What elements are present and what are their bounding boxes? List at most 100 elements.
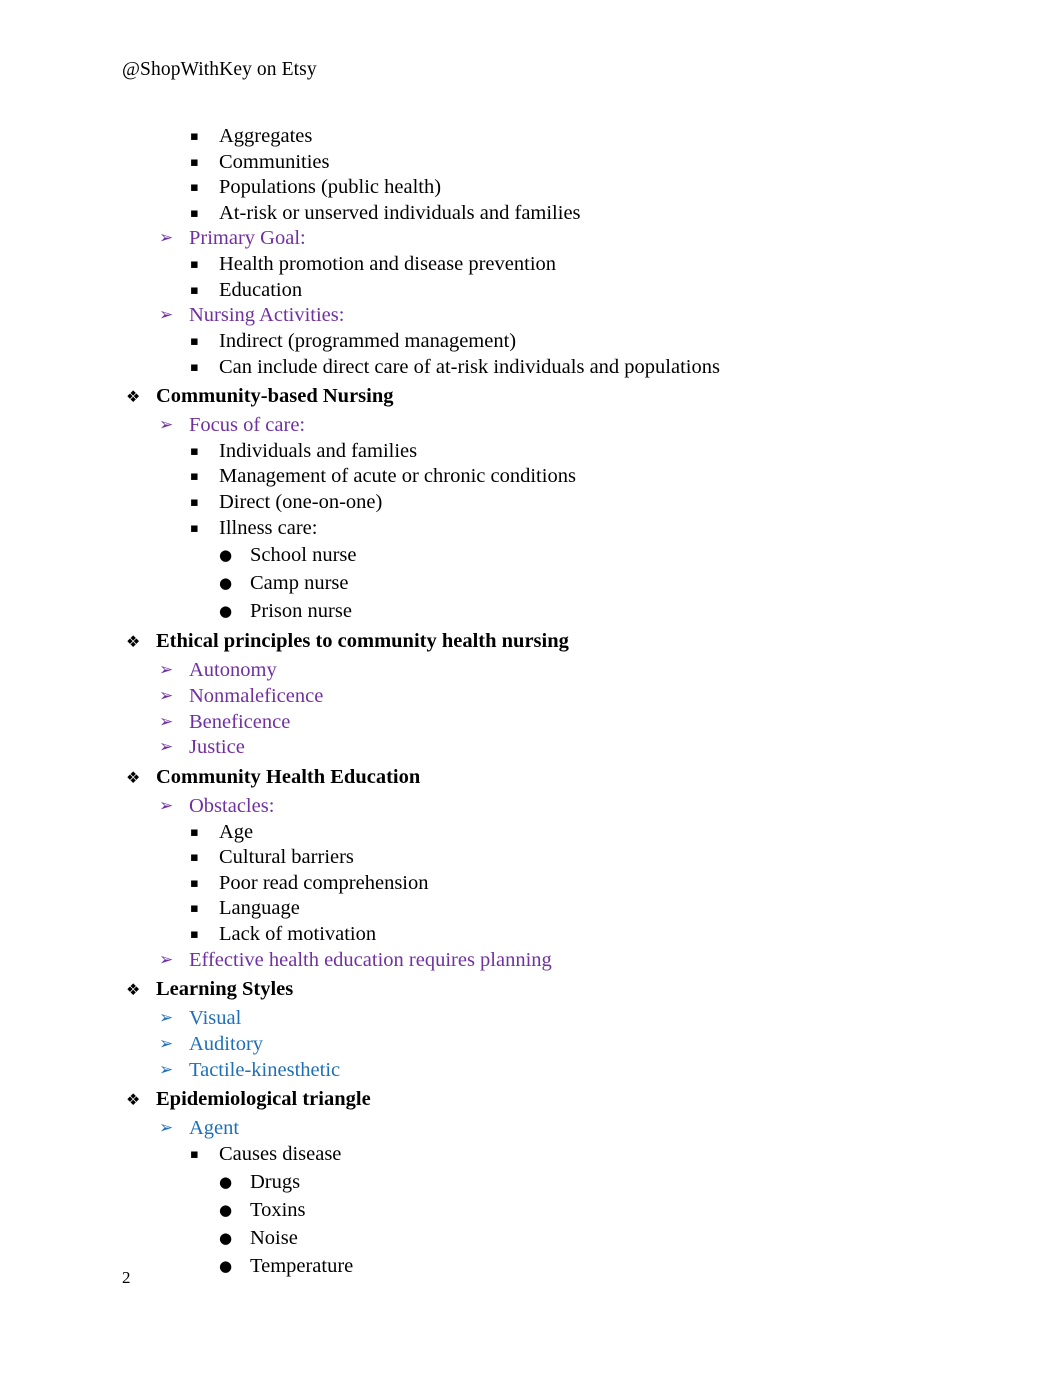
outline-item-level-1: ❖ Community Health Education [0, 761, 1062, 794]
outline-item-label: Temperature [250, 1254, 354, 1277]
outline-item-label: Age [219, 820, 254, 843]
bullet-level-3-icon: ▪ [190, 282, 199, 298]
outline-item-level-4: ● Toxins [0, 1196, 1062, 1224]
outline-item-level-2: ➢ Nursing Activities: [0, 303, 1062, 329]
bullet-level-3-icon: ▪ [190, 901, 199, 917]
outline-item-label: Auditory [189, 1032, 264, 1055]
outline-item-level-2: ➢ Beneficence [0, 710, 1062, 736]
outline-item-label: Health promotion and disease prevention [219, 253, 557, 276]
bullet-level-2-icon: ➢ [159, 685, 174, 706]
outline-item-level-3: ▪ Age [0, 820, 1062, 846]
bullet-level-2-icon: ➢ [159, 415, 174, 436]
outline-item-level-4: ● Camp nurse [0, 569, 1062, 597]
outline-item-level-2: ➢ Justice [0, 735, 1062, 761]
outline-item-label: Community Health Education [156, 765, 421, 788]
outline-item-level-3: ▪ Individuals and families [0, 439, 1062, 465]
outline-item-label: Focus of care: [189, 414, 306, 437]
bullet-level-3-icon: ▪ [190, 875, 199, 891]
outline-item-label: School nurse [250, 544, 357, 567]
bullet-level-3-icon: ▪ [190, 495, 199, 510]
outline-item-label: At-risk or unserved individuals and fami… [219, 201, 581, 224]
outline-item-level-3: ▪ Can include direct care of at-risk indi… [0, 355, 1062, 381]
bullet-level-2-icon: ➢ [159, 949, 174, 970]
outline-item-level-3: ▪ Aggregates [0, 124, 1062, 150]
outline-item-label: Communities [219, 150, 330, 173]
outline-item-label: Community-based Nursing [156, 385, 394, 408]
bullet-level-3-icon: ▪ [190, 824, 199, 840]
outline-item-label: Prison nurse [250, 600, 352, 623]
outline-item-level-4: ● Drugs [0, 1168, 1062, 1196]
outline-item-label: Noise [250, 1226, 298, 1249]
bullet-level-2-icon: ➢ [159, 1008, 174, 1029]
outline-item-level-2: ➢ Auditory [0, 1032, 1062, 1058]
bullet-level-3-icon: ▪ [190, 850, 199, 866]
outline-item-level-4: ● Temperature [0, 1252, 1062, 1280]
bullet-level-4-icon: ● [219, 602, 233, 621]
bullet-level-2-icon: ➢ [159, 795, 174, 816]
bullet-level-2-icon: ➢ [159, 711, 174, 732]
outline-item-label: Nursing Activities: [189, 304, 345, 327]
bullet-level-2-icon: ➢ [159, 660, 174, 681]
bullet-level-2-icon: ➢ [159, 228, 174, 249]
outline-item-label: Causes disease [219, 1143, 342, 1166]
outline-item-level-2: ➢ Obstacles: [0, 794, 1062, 820]
outline-item-label: Learning Styles [156, 978, 294, 1001]
outline-item-level-3: ▪ Education [0, 278, 1062, 304]
outline-item-label: Education [219, 278, 303, 301]
outline-item-label: Nonmaleficence [189, 684, 324, 707]
bullet-level-4-icon: ● [219, 546, 233, 565]
outline-item-level-3: ▪ Cultural barriers [0, 845, 1062, 871]
outline-item-label: Ethical principles to community health n… [156, 630, 569, 653]
outline-item-label: Primary Goal: [189, 227, 306, 250]
outline-item-label: Justice [189, 736, 245, 759]
outline-item-level-1: ❖ Learning Styles [0, 973, 1062, 1006]
outline-item-label: Obstacles: [189, 794, 275, 817]
bullet-level-2-icon: ➢ [159, 737, 174, 758]
bullet-level-3-icon: ▪ [190, 520, 199, 536]
outline-item-level-3: ▪ Direct (one-on-one) [0, 490, 1062, 516]
outline-item-label: Beneficence [189, 710, 291, 733]
bullet-level-3-icon: ▪ [190, 333, 199, 349]
bullet-level-3-icon: ▪ [190, 927, 199, 942]
outline-item-level-3: ▪ Illness care: [0, 516, 1062, 542]
bullet-level-4-icon: ● [219, 574, 233, 593]
outline-item-label: Can include direct care of at-risk indiv… [219, 355, 720, 378]
bullet-level-3-icon: ▪ [190, 205, 199, 221]
bullet-level-1-icon: ❖ [126, 1090, 141, 1110]
outline-item-label: Agent [189, 1117, 240, 1140]
outline-item-label: Epidemiological triangle [156, 1088, 371, 1111]
outline-item-label: Poor read comprehension [219, 871, 429, 894]
outline-item-label: Lack of motivation [219, 923, 377, 945]
bullet-level-3-icon: ▪ [190, 180, 199, 196]
outline-item-level-3: ▪ Indirect (programmed management) [0, 329, 1062, 355]
outline-item-level-3: ▪ At-risk or unserved individuals and fam… [0, 201, 1062, 227]
outline-item-level-3: ▪ Health promotion and disease prevention [0, 252, 1062, 278]
bullet-level-1-icon: ❖ [126, 980, 141, 1000]
outline-item-level-1: ❖ Community-based Nursing [0, 380, 1062, 413]
outline-item-label: Toxins [250, 1198, 306, 1221]
bullet-level-2-icon: ➢ [159, 1059, 174, 1080]
outline-item-label: Drugs [250, 1170, 301, 1193]
outline-item-level-2: ➢ Nonmaleficence [0, 684, 1062, 710]
outline-item-label: Direct (one-on-one) [219, 491, 383, 513]
outline-item-label: Effective health education requires plan… [189, 948, 552, 971]
outline-item-level-1: ❖ Epidemiological triangle [0, 1083, 1062, 1116]
bullet-level-1-icon: ❖ [126, 767, 141, 787]
outline-item-level-3: ▪ Communities [0, 150, 1062, 176]
bullet-level-3-icon: ▪ [190, 129, 199, 144]
bullet-level-3-icon: ▪ [190, 359, 199, 375]
bullet-level-4-icon: ● [219, 1228, 233, 1247]
document-page: @ShopWithKey on Etsy ▪ Aggregates ▪ Communi… [0, 0, 1062, 1376]
outline-item-level-3: ▪ Lack of motivation [0, 922, 1062, 948]
bullet-level-3-icon: ▪ [190, 469, 199, 485]
outline-item-level-4: ● Noise [0, 1224, 1062, 1252]
outline-item-label: Individuals and families [219, 439, 418, 462]
outline-item-level-2: ➢ Autonomy [0, 658, 1062, 684]
bullet-level-2-icon: ➢ [159, 1118, 174, 1139]
bullet-level-1-icon: ❖ [126, 387, 141, 407]
outline-item-level-2: ➢ Focus of care: [0, 413, 1062, 439]
outline-item-label: Autonomy [189, 659, 277, 682]
outline-item-label: Language [219, 897, 300, 920]
bullet-level-3-icon: ▪ [190, 1147, 199, 1163]
outline-item-label: Visual [189, 1007, 242, 1030]
